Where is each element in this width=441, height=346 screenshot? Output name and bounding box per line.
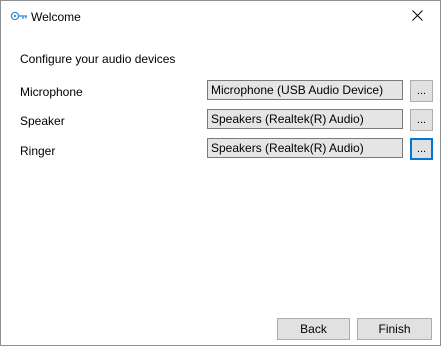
speaker-browse-label: ...	[416, 114, 427, 126]
close-button[interactable]	[395, 1, 440, 32]
microphone-browse-button[interactable]: ...	[410, 80, 433, 102]
window-title: Welcome	[31, 10, 81, 24]
microphone-label: Microphone	[20, 85, 83, 99]
close-icon	[412, 9, 423, 24]
speaker-browse-button[interactable]: ...	[410, 109, 433, 131]
ringer-browse-label: ...	[416, 143, 427, 155]
back-button[interactable]: Back	[277, 318, 350, 340]
microphone-browse-label: ...	[416, 85, 427, 97]
ringer-field[interactable]: Speakers (Realtek(R) Audio)	[207, 138, 403, 158]
speaker-field[interactable]: Speakers (Realtek(R) Audio)	[207, 109, 403, 129]
title-bar: Welcome	[1, 1, 440, 32]
dialog-window: Welcome Configure your audio devices Mic…	[0, 0, 441, 346]
ringer-label: Ringer	[20, 144, 56, 158]
key-icon	[10, 9, 28, 23]
speaker-label: Speaker	[20, 114, 65, 128]
finish-button[interactable]: Finish	[357, 318, 432, 340]
page-heading: Configure your audio devices	[20, 52, 176, 66]
ringer-browse-button[interactable]: ...	[410, 138, 433, 160]
microphone-field[interactable]: Microphone (USB Audio Device)	[207, 80, 403, 100]
